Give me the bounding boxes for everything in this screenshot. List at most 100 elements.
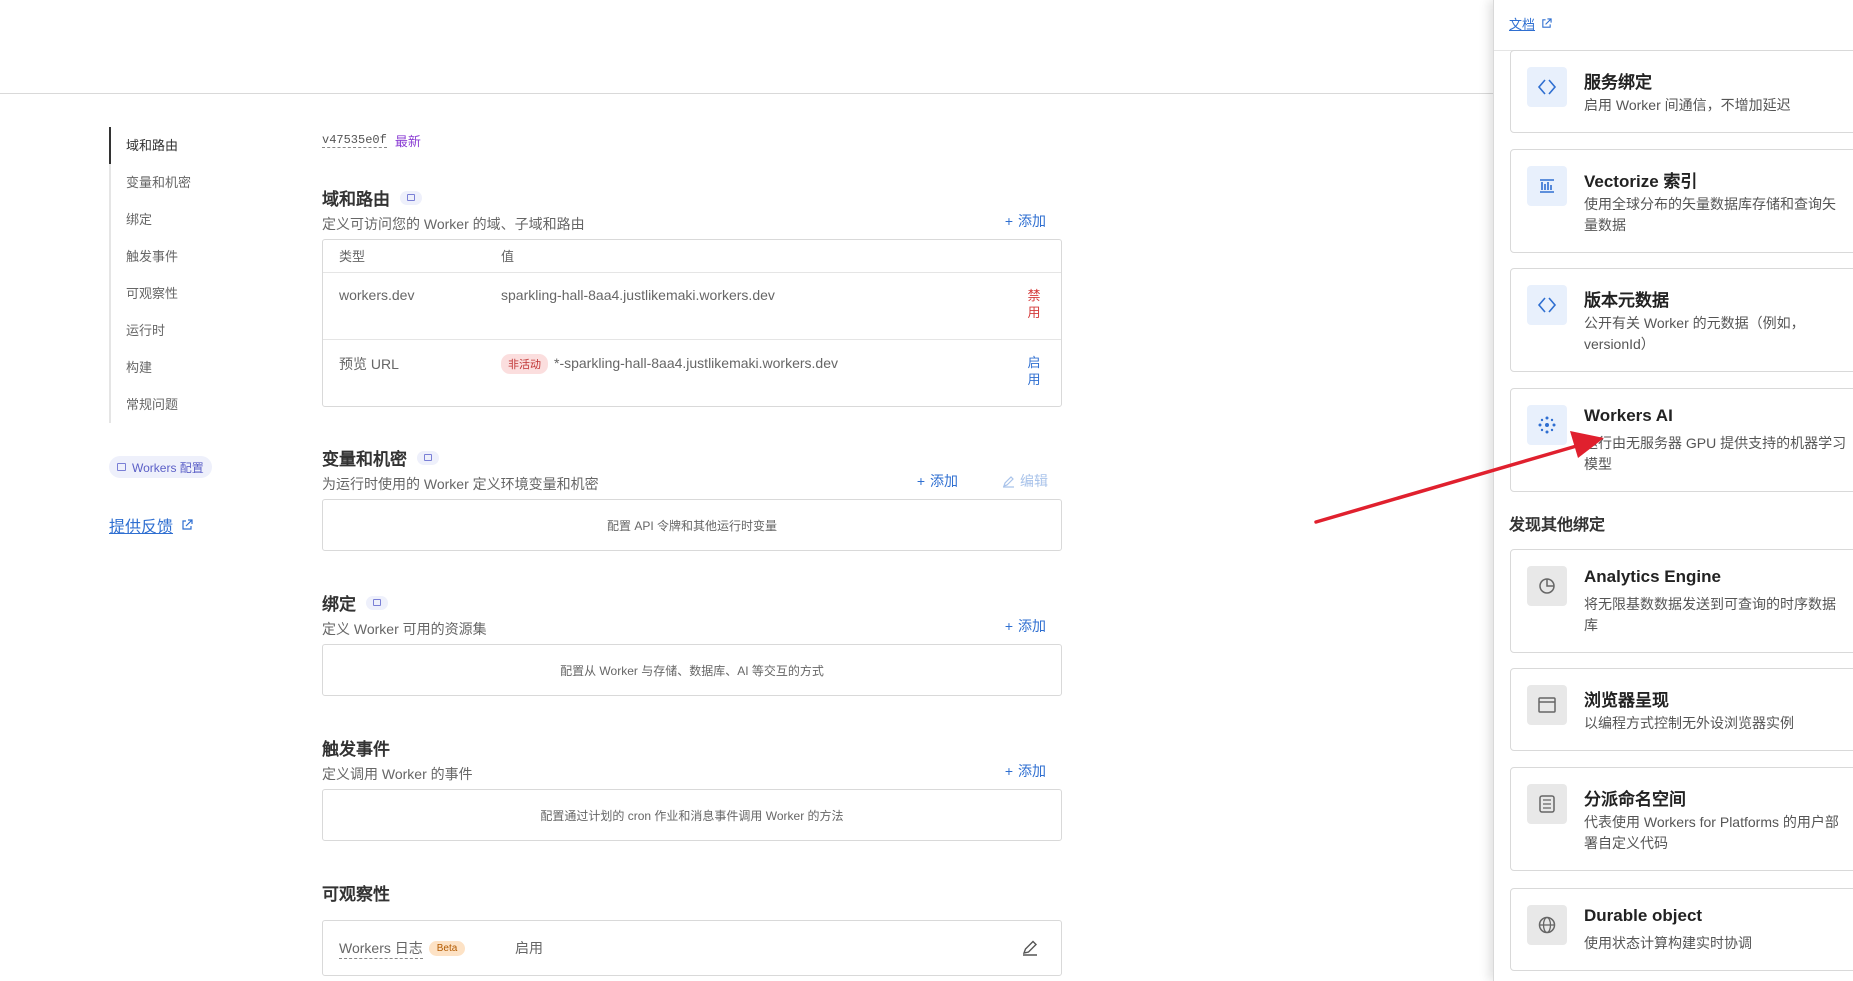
observability-section: 可观察性 Workers 日志 Beta 启用 — [322, 880, 1062, 976]
doc-icon[interactable] — [366, 595, 388, 610]
edit-variables-button[interactable]: 编辑 — [1002, 471, 1048, 491]
card-title: 版本元数据 — [1584, 291, 1669, 310]
dispatch-namespace-icon — [1527, 784, 1567, 824]
bindings-title: 绑定 — [322, 595, 356, 614]
card-title: Workers AI — [1584, 406, 1673, 425]
add-label: 添加 — [1018, 618, 1046, 634]
beta-badge: Beta — [428, 940, 466, 956]
route-type: 预览 URL — [339, 355, 399, 372]
bindings-section: 绑定 定义 Worker 可用的资源集 + 添加 配置从 Worker 与存储、数… — [322, 590, 1062, 696]
feedback-label: 提供反馈 — [109, 519, 174, 536]
version-id[interactable]: v47535e0f — [322, 133, 387, 148]
binding-card-version-metadata[interactable]: 版本元数据 公开有关 Worker 的元数据（例如，versionId） — [1510, 268, 1853, 372]
triggers-section: 触发事件 定义调用 Worker 的事件 + 添加 配置通过计划的 cron 作业… — [322, 735, 1062, 841]
nav-item-variables-secrets[interactable]: 变量和机密 — [111, 164, 249, 201]
plus-icon: + — [1004, 618, 1013, 634]
external-link-icon — [1542, 18, 1552, 28]
triggers-empty-text: 配置通过计划的 cron 作业和消息事件调用 Worker 的方法 — [540, 808, 844, 823]
card-description: 使用状态计算构建实时协调 — [1584, 935, 1752, 951]
external-link-icon — [182, 519, 193, 530]
table-row: 预览 URL 非活动 *-sparkling-hall-8aa4.justlike… — [323, 339, 1061, 406]
pencil-icon[interactable] — [1021, 939, 1039, 957]
card-title: 分派命名空间 — [1584, 790, 1686, 809]
add-binding-button[interactable]: + 添加 — [1005, 616, 1046, 636]
plus-icon: + — [916, 473, 925, 489]
card-description: 公开有关 Worker 的元数据（例如，versionId） — [1584, 315, 1805, 352]
add-trigger-button[interactable]: + 添加 — [1005, 761, 1046, 781]
bindings-side-panel: 文档 服务绑定 启用 Worker 间通信，不增加延迟 Vectorize 索引… — [1493, 0, 1853, 981]
binding-card-durable-object[interactable]: Durable object 使用状态计算构建实时协调 — [1510, 888, 1853, 971]
plus-icon: + — [1004, 213, 1013, 229]
inactive-badge: 非活动 — [501, 353, 548, 374]
add-label: 添加 — [930, 473, 958, 489]
doc-icon[interactable] — [400, 190, 422, 205]
disable-button[interactable]: 禁用 — [1027, 287, 1041, 321]
version-metadata-icon — [1527, 285, 1567, 325]
card-title: 服务绑定 — [1584, 73, 1652, 92]
add-route-button[interactable]: + 添加 — [1005, 211, 1046, 231]
add-label: 添加 — [1018, 213, 1046, 229]
triggers-title: 触发事件 — [322, 740, 390, 759]
binding-card-analytics-engine[interactable]: Analytics Engine 将无限基数数据发送到可查询的时序数据库 — [1510, 549, 1853, 653]
globe-icon — [1527, 905, 1567, 945]
table-row: workers.dev sparkling-hall-8aa4.justlike… — [323, 272, 1061, 340]
enable-button[interactable]: 启用 — [1027, 354, 1041, 388]
binding-card-workers-ai[interactable]: Workers AI 运行由无服务器 GPU 提供支持的机器学习模型 — [1510, 388, 1853, 492]
docs-link[interactable]: 文档 — [1509, 14, 1552, 33]
triggers-subtitle: 定义调用 Worker 的事件 — [322, 766, 473, 782]
domains-routes-section: 域和路由 定义可访问您的 Worker 的域、子域和路由 + 添加 类型 值 wo… — [322, 185, 1062, 407]
main-content: v47535e0f 最新 域和路由 定义可访问您的 Worker 的域、子域和路… — [322, 130, 1062, 976]
workers-logs-row: Workers 日志 Beta 启用 — [323, 921, 1061, 975]
doc-icon[interactable] — [417, 450, 439, 465]
nav-item-domains-routes[interactable]: 域和路由 — [109, 127, 249, 164]
card-description: 以编程方式控制无外设浏览器实例 — [1584, 715, 1794, 731]
workers-logs-status: 启用 — [515, 940, 543, 956]
triggers-empty-state[interactable]: 配置通过计划的 cron 作业和消息事件调用 Worker 的方法 — [322, 789, 1062, 841]
vectorize-icon — [1527, 166, 1567, 206]
nav-item-bindings[interactable]: 绑定 — [111, 201, 249, 238]
workers-config-chip[interactable]: Workers 配置 — [109, 456, 212, 478]
nav-item-build[interactable]: 构建 — [111, 349, 249, 386]
observability-box: Workers 日志 Beta 启用 — [322, 920, 1062, 976]
top-bar — [0, 0, 1500, 94]
card-description: 代表使用 Workers for Platforms 的用户部署自定义代码 — [1584, 814, 1839, 851]
workers-ai-icon — [1527, 405, 1567, 445]
card-description: 启用 Worker 间通信，不增加延迟 — [1584, 97, 1791, 113]
route-value: sparkling-hall-8aa4.justlikemaki.workers… — [485, 272, 1011, 340]
card-title: Analytics Engine — [1584, 567, 1721, 586]
browser-rendering-icon — [1527, 685, 1567, 725]
docs-label: 文档 — [1509, 17, 1536, 32]
nav-item-runtime[interactable]: 运行时 — [111, 312, 249, 349]
binding-card-vectorize[interactable]: Vectorize 索引 使用全球分布的矢量数据库存储和查询矢量数据 — [1510, 149, 1853, 253]
workers-config-label: Workers 配置 — [132, 460, 204, 475]
bindings-empty-state[interactable]: 配置从 Worker 与存储、数据库、AI 等交互的方式 — [322, 644, 1062, 696]
column-header-type: 类型 — [323, 240, 485, 273]
variables-empty-state[interactable]: 配置 API 令牌和其他运行时变量 — [322, 499, 1062, 551]
column-header-value: 值 — [485, 240, 1011, 273]
discover-other-bindings-heading: 发现其他绑定 — [1509, 517, 1606, 534]
pencil-icon — [1003, 475, 1014, 488]
latest-tag: 最新 — [394, 133, 421, 149]
analytics-engine-icon — [1527, 566, 1567, 606]
add-variable-button[interactable]: + 添加 — [917, 471, 958, 491]
feedback-link[interactable]: 提供反馈 — [109, 513, 193, 537]
routes-table: 类型 值 workers.dev sparkling-hall-8aa4.jus… — [322, 239, 1062, 407]
version-row: v47535e0f 最新 — [322, 130, 1062, 150]
route-value: *-sparkling-hall-8aa4.justlikemaki.worke… — [554, 354, 838, 371]
nav-item-triggers[interactable]: 触发事件 — [111, 238, 249, 275]
card-description: 使用全球分布的矢量数据库存储和查询矢量数据 — [1584, 196, 1836, 233]
doc-icon — [117, 463, 126, 471]
add-label: 添加 — [1018, 763, 1046, 779]
nav-item-observability[interactable]: 可观察性 — [111, 275, 249, 312]
binding-card-service[interactable]: 服务绑定 启用 Worker 间通信，不增加延迟 — [1510, 50, 1853, 133]
bindings-subtitle: 定义 Worker 可用的资源集 — [322, 621, 487, 637]
binding-card-browser-rendering[interactable]: 浏览器呈现 以编程方式控制无外设浏览器实例 — [1510, 668, 1853, 751]
card-title: Durable object — [1584, 906, 1703, 925]
binding-card-dispatch-namespace[interactable]: 分派命名空间 代表使用 Workers for Platforms 的用户部署自… — [1510, 767, 1853, 871]
edit-label: 编辑 — [1020, 473, 1048, 489]
plus-icon: + — [1004, 763, 1013, 779]
nav-item-general[interactable]: 常规问题 — [111, 386, 249, 423]
workers-logs-label[interactable]: Workers 日志 — [339, 938, 423, 959]
bindings-empty-text: 配置从 Worker 与存储、数据库、AI 等交互的方式 — [560, 663, 824, 678]
section-nav: 域和路由 变量和机密 绑定 触发事件 可观察性 运行时 构建 常规问题 — [109, 127, 249, 423]
